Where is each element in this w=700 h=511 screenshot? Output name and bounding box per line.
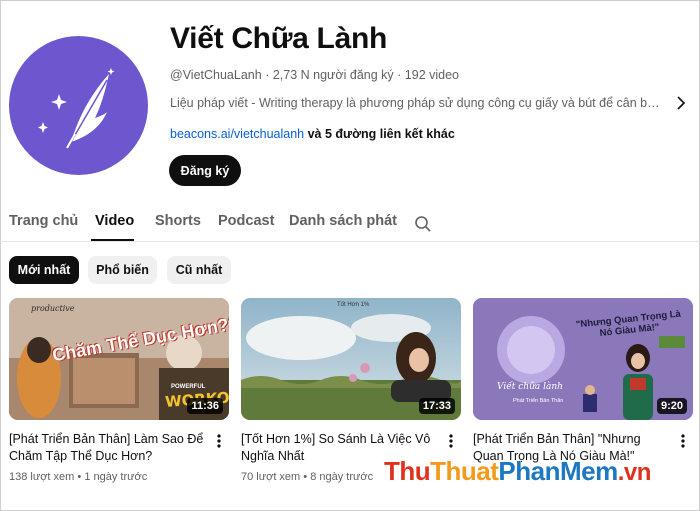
chip-newest[interactable]: Mới nhất [9, 256, 79, 284]
watermark-part: PhanMem [498, 456, 618, 486]
more-links[interactable]: và 5 đường liên kết khác [308, 127, 455, 141]
meta-separator: · [265, 68, 270, 82]
thumbnail-subtitle: Phát Triển Bản Thân [513, 398, 564, 404]
channel-avatar[interactable] [9, 36, 148, 175]
tab-podcast[interactable]: Podcast [218, 213, 274, 229]
tab-shorts[interactable]: Shorts [155, 213, 201, 229]
video-stats: 138 lượt xem • 1 ngày trước [9, 471, 147, 483]
channel-links: beacons.ai/vietchualanh và 5 đường liên … [170, 127, 455, 141]
meta-separator: · [397, 68, 402, 82]
thumbnail-script-text: Viết chữa lành [497, 382, 563, 392]
tab-playlists[interactable]: Danh sách phát [289, 213, 397, 229]
video-stats: 70 lượt xem • 8 ngày trước [241, 471, 373, 483]
stats-separator: • [303, 471, 308, 483]
tab-videos[interactable]: Video [95, 213, 134, 229]
video-thumbnail[interactable]: productive Chăm Thể Dục Hơn??? POWERFUL … [9, 298, 229, 420]
feather-logo-icon [38, 68, 115, 149]
video-views: 70 lượt xem [241, 471, 301, 483]
video-duration: 17:33 [418, 398, 455, 414]
video-duration: 11:36 [187, 398, 223, 414]
subscriber-count: 2,73 N người đăng ký [272, 68, 394, 82]
channel-tabs: Trang chủ Video Shorts Podcast Danh sách… [0, 206, 700, 242]
more-vert-icon[interactable] [448, 433, 454, 449]
channel-link[interactable]: beacons.ai/vietchualanh [170, 127, 304, 141]
thumbnail-caption-small: productive [31, 304, 75, 313]
site-watermark: ThuThuatPhanMem.vn [384, 456, 651, 487]
more-vert-icon[interactable] [680, 433, 686, 449]
video-title[interactable]: [Phát Triển Bản Thân] Làm Sao Để Chăm Tậ… [9, 431, 205, 465]
video-count: 192 video [404, 68, 460, 82]
video-thumbnail[interactable]: Tốt Hơn 1% 17:33 [241, 298, 461, 420]
stats-separator: • [77, 471, 82, 483]
channel-description[interactable]: Liệu pháp viết - Writing therapy là phươ… [170, 96, 665, 110]
watermark-part: Thu [384, 456, 431, 486]
channel-meta: @VietChuaLanh · 2,73 N người đăng ký · 1… [170, 68, 459, 82]
active-tab-indicator [91, 239, 134, 241]
video-duration: 9:20 [656, 398, 687, 414]
video-thumbnail[interactable]: "Nhưng Quan Trọng Là Nó Giàu Mà!" Viết c… [473, 298, 693, 420]
channel-handle: @VietChuaLanh [170, 68, 262, 82]
thumbnail-caption-small: Tốt Hơn 1% [337, 302, 370, 308]
watermark-part: .vn [617, 459, 652, 486]
thumbnail-badge-small: POWERFUL [171, 384, 206, 390]
video-views: 138 lượt xem [9, 471, 75, 483]
chip-oldest[interactable]: Cũ nhất [167, 256, 231, 284]
chevron-right-icon[interactable] [674, 94, 688, 112]
more-vert-icon[interactable] [216, 433, 222, 449]
channel-title: Viết Chữa Lành [170, 22, 388, 55]
search-icon[interactable] [414, 215, 432, 233]
video-age: 8 ngày trước [310, 471, 374, 483]
video-age: 1 ngày trước [84, 471, 148, 483]
chip-popular[interactable]: Phổ biến [88, 256, 157, 284]
watermark-part: Thuat [430, 456, 499, 486]
tab-home[interactable]: Trang chủ [9, 213, 78, 229]
subscribe-button[interactable]: Đăng ký [169, 155, 241, 186]
